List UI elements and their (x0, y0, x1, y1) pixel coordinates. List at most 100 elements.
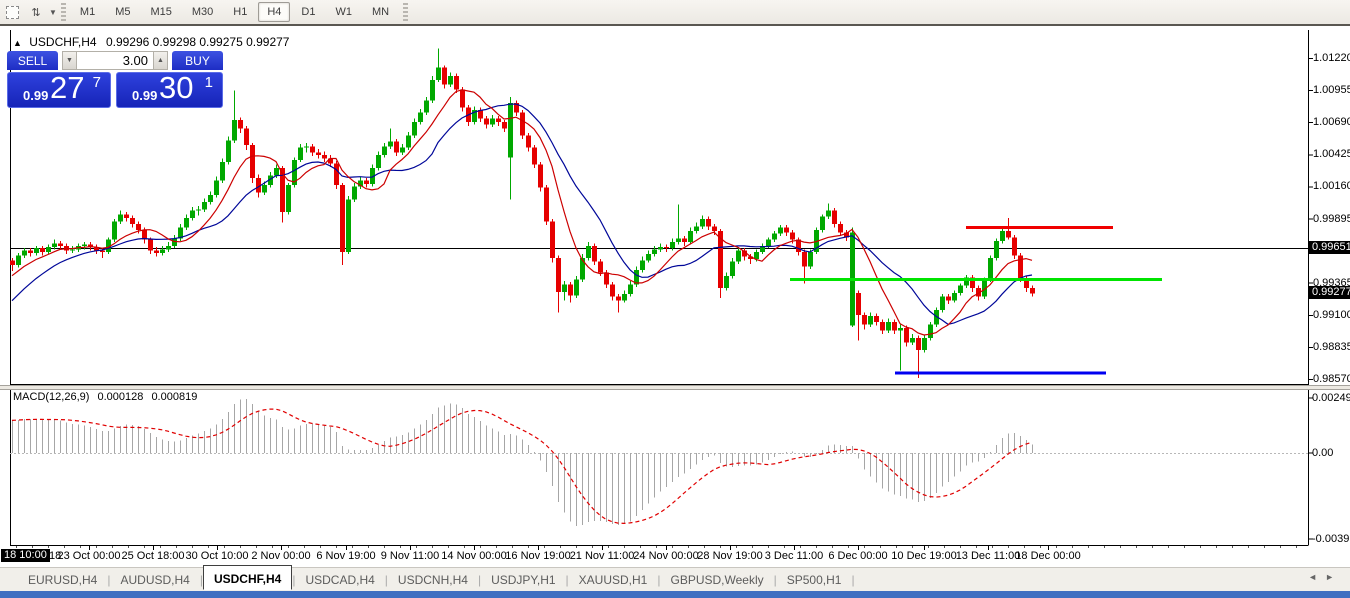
macd-histogram (13, 399, 1033, 526)
timeframe-button-h4[interactable]: H4 (258, 2, 290, 22)
candle-body (652, 249, 657, 254)
candle-body (700, 219, 705, 226)
candle-body (412, 122, 417, 135)
candle-body (868, 316, 873, 324)
timeframe-buttons: M1M5M15M30H1H4D1W1MN (70, 2, 399, 22)
tab-sp500-h1[interactable]: SP500,H1 (777, 570, 852, 590)
candle-body (430, 80, 435, 101)
candle-body (712, 226, 717, 231)
candle-body (580, 258, 585, 280)
candle-body (82, 245, 87, 246)
candle-body (940, 297, 945, 310)
tab-usdjpy-h1[interactable]: USDJPY,H1 (481, 570, 565, 590)
candle-body (58, 243, 63, 245)
candle-body (1000, 231, 1005, 241)
candle-body (274, 168, 279, 175)
tab-audusd-h4[interactable]: AUDUSD,H4 (110, 570, 199, 590)
timeframe-button-m15[interactable]: M15 (141, 2, 180, 22)
candle-body (604, 272, 609, 284)
timeframe-button-w1[interactable]: W1 (326, 2, 361, 22)
macd-signal-line (12, 409, 1032, 523)
timeframe-button-d1[interactable]: D1 (292, 2, 324, 22)
chart-shift-icon[interactable] (3, 4, 21, 20)
candle-body (1030, 288, 1035, 293)
chart-symbol: USDCHF,H4 (29, 35, 96, 49)
candle-body (856, 293, 861, 315)
candle-body (238, 120, 243, 128)
tab-xauusd-h1[interactable]: XAUUSD,H1 (569, 570, 658, 590)
toolbar: ⇅ ▼ M1M5M15M30H1H4D1W1MN (0, 0, 1350, 26)
candle-body (124, 214, 129, 218)
candle-body (184, 218, 189, 228)
candle-body (538, 165, 543, 188)
volume-input[interactable]: 3.00 (77, 51, 153, 70)
candle-body (898, 328, 903, 330)
tab-scroll-arrows[interactable]: ◄► (1308, 572, 1342, 582)
symbols-arrows-icon[interactable]: ⇅ (27, 4, 45, 20)
buy-button[interactable]: BUY (172, 51, 223, 70)
candle-body (916, 338, 921, 350)
candle-body (952, 293, 957, 300)
candle-body (730, 262, 735, 277)
timeframe-button-m1[interactable]: M1 (71, 2, 104, 22)
candle-body (346, 200, 351, 252)
candle-body (502, 122, 507, 128)
buy-price-box[interactable]: 0.99 30 1 (116, 72, 223, 108)
tab-usdcad-h4[interactable]: USDCAD,H4 (295, 570, 384, 590)
candle-body (988, 258, 993, 280)
candle-body (724, 276, 729, 288)
panel-splitter[interactable] (0, 385, 1350, 390)
candle-body (136, 224, 141, 230)
candle-body (556, 258, 561, 292)
chevron-down-icon[interactable]: ▼ (49, 8, 57, 17)
candle-body (334, 163, 339, 185)
candle-body (550, 222, 555, 258)
candle-body (1006, 231, 1011, 237)
candle-body (112, 222, 117, 240)
volume-increase-button[interactable]: ▲ (153, 51, 168, 70)
timeframe-button-m30[interactable]: M30 (183, 2, 222, 22)
candle-body (862, 315, 867, 325)
candle-body (664, 247, 669, 248)
candle-body (1012, 237, 1017, 255)
tab-eurusd-h4[interactable]: EURUSD,H4 (18, 570, 107, 590)
candle-body (28, 251, 33, 253)
candle-body (610, 285, 615, 297)
toolbar-grip-2[interactable] (403, 3, 408, 21)
collapse-panel-icon[interactable]: ▲ (13, 38, 22, 48)
timeframe-button-mn[interactable]: MN (363, 2, 398, 22)
trade-controls-row: SELL ▼ 3.00 ▲ BUY (7, 51, 223, 70)
sell-button[interactable]: SELL (7, 51, 58, 70)
candle-body (544, 188, 549, 222)
tab-usdcnh-h4[interactable]: USDCNH,H4 (388, 570, 478, 590)
candle-body (442, 68, 447, 85)
candle-body (826, 211, 831, 217)
timeframe-button-m5[interactable]: M5 (106, 2, 139, 22)
candle-body (250, 145, 255, 178)
candle-body (22, 251, 27, 256)
dashed-box-icon (6, 6, 19, 19)
candle-body (52, 243, 57, 247)
candle-body (448, 76, 453, 84)
trade-prices-row: 0.99 27 7 0.99 30 1 (7, 72, 223, 108)
candle-body (766, 240, 771, 246)
tab-gbpusd-weekly[interactable]: GBPUSD,Weekly (660, 570, 773, 590)
candle-body (202, 202, 207, 209)
tab-usdchf-h4[interactable]: USDCHF,H4 (203, 565, 292, 590)
toolbar-grip[interactable] (61, 3, 66, 21)
candle-body (802, 252, 807, 267)
candle-body (886, 322, 891, 330)
tab-scroll-left-icon[interactable]: ◄ (1308, 572, 1325, 582)
candle-body (388, 142, 393, 147)
timeframe-button-h1[interactable]: H1 (224, 2, 256, 22)
sell-price-box[interactable]: 0.99 27 7 (7, 72, 111, 108)
candle-body (772, 234, 777, 240)
volume-decrease-button[interactable]: ▼ (62, 51, 77, 70)
mt4-window: ⇅ ▼ M1M5M15M30H1H4D1W1MN ▲ USDCHF,H4 0.9… (0, 0, 1350, 598)
candle-body (286, 185, 291, 212)
candle-body (736, 251, 741, 262)
candle-body (616, 297, 621, 301)
candle-body (496, 119, 501, 123)
candle-body (688, 231, 693, 242)
tab-scroll-right-icon[interactable]: ► (1325, 572, 1342, 582)
